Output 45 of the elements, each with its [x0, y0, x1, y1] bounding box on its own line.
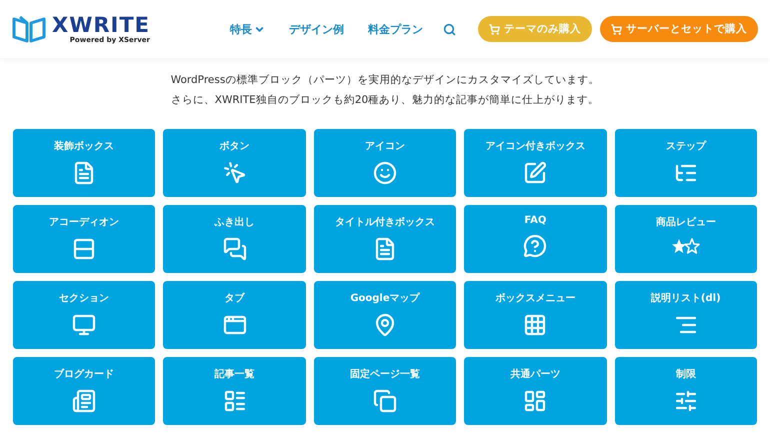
window-icon [222, 313, 247, 337]
block-tile[interactable]: 固定ページ一覧 [314, 357, 456, 425]
nav-link[interactable]: 特長 [218, 22, 277, 36]
sliders-icon [674, 389, 698, 413]
block-tile[interactable]: 説明リスト(dl) [614, 281, 757, 349]
list-icon [222, 389, 247, 413]
purchase-button[interactable]: テーマのみ購入 [478, 16, 592, 42]
block-tile[interactable]: ブログカード [13, 357, 156, 425]
block-tile[interactable]: ボックスメニュー [464, 281, 607, 349]
block-tile[interactable]: 記事一覧 [163, 357, 306, 425]
grid-icon [523, 313, 548, 337]
logo-wordmark[interactable]: XWRITE [52, 14, 150, 36]
nav-link[interactable]: デザイン例 [277, 22, 356, 36]
pencil-square-icon [523, 161, 548, 185]
copy-icon [372, 389, 397, 413]
cart-icon [489, 24, 500, 34]
cursor-click-icon [222, 161, 247, 185]
block-tile[interactable]: FAQ [464, 205, 607, 273]
nav-link[interactable]: 料金プラン [356, 22, 435, 36]
block-tile[interactable]: アイコン [314, 129, 456, 197]
intro-text: さらに、XWRITE独自のブロックも約20種あり、魅力的な記事が簡単に仕上がります。 [170, 93, 600, 107]
block-tile[interactable]: ステップ [614, 129, 757, 197]
intro-text: WordPressの標準ブロック（パーツ）を実用的なデザインにカスタマイズしています。 [170, 73, 600, 87]
block-tile[interactable]: アコーディオン [13, 205, 156, 273]
book-logo-icon [12, 15, 46, 43]
cart-icon [611, 24, 622, 34]
chat-bubbles-icon [222, 237, 247, 261]
block-tile[interactable]: 商品レビュー [614, 205, 757, 273]
newspaper-icon [72, 389, 96, 413]
smiley-icon [372, 161, 397, 185]
question-bubble-icon [523, 234, 548, 258]
block-tile[interactable]: ボタン [163, 129, 306, 197]
layout-icon [523, 389, 548, 413]
block-tile[interactable]: 制限 [614, 357, 757, 425]
block-tile[interactable]: タイトル付きボックス [314, 205, 456, 273]
block-tile[interactable]: 装飾ボックス [13, 129, 156, 197]
block-tile[interactable]: 共通パーツ [464, 357, 607, 425]
block-tile[interactable]: タブ [163, 281, 306, 349]
block-tile[interactable]: ふき出し [163, 205, 306, 273]
rows-icon [72, 237, 96, 261]
purchase-button[interactable]: サーバーとセットで購入 [600, 16, 758, 42]
block-tile[interactable]: アイコン付きボックス [464, 129, 607, 197]
block-tile[interactable]: セクション [13, 281, 156, 349]
block-tile[interactable]: Googleマップ [314, 281, 456, 349]
monitor-icon [72, 313, 96, 337]
